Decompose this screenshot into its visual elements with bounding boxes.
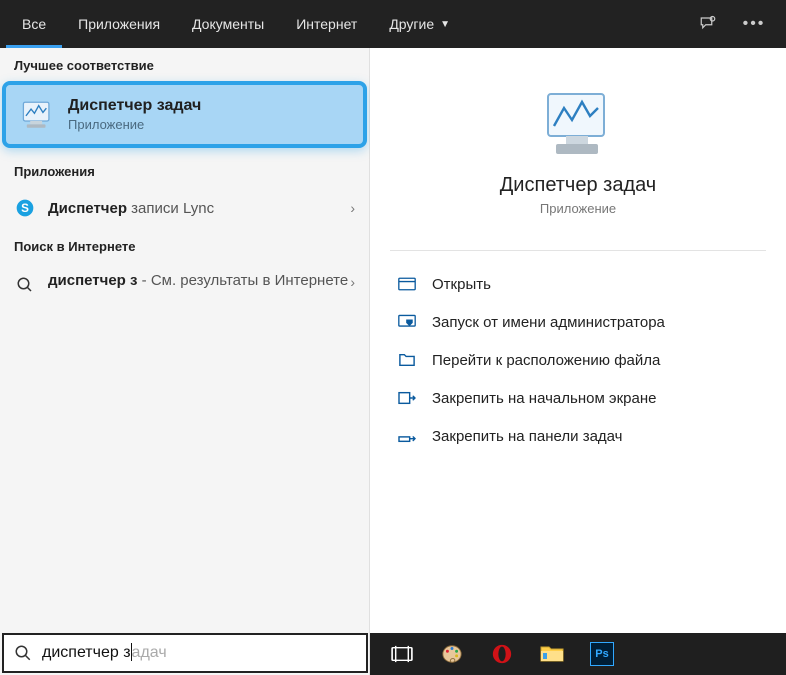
search-header: Все Приложения Документы Интернет Другие…	[0, 0, 786, 48]
chevron-down-icon: ▼	[440, 19, 450, 30]
web-section-header: Поиск в Интернете	[0, 229, 369, 262]
shield-icon	[396, 313, 418, 331]
taskbar: Ps	[370, 633, 786, 675]
action-label: Закрепить на панели задач	[432, 428, 623, 445]
tab-more-label: Другие	[389, 16, 434, 32]
best-match-header: Лучшее соответствие	[0, 48, 369, 81]
chevron-right-icon: ›	[350, 200, 355, 216]
opera-icon	[491, 643, 513, 665]
photoshop-icon: Ps	[590, 642, 614, 666]
best-match-item[interactable]: Диспетчер задач Приложение	[2, 81, 367, 148]
tab-apps[interactable]: Приложения	[62, 0, 176, 48]
more-icon: •••	[743, 15, 766, 33]
feedback-icon	[699, 15, 717, 33]
preview-title: Диспетчер задач	[500, 174, 656, 197]
preview-panel: Диспетчер задач Приложение Открыть Запус…	[370, 48, 786, 675]
action-label: Запуск от имени администратора	[432, 314, 665, 331]
tab-all[interactable]: Все	[6, 0, 62, 48]
action-open-location[interactable]: Перейти к расположению файла	[390, 341, 766, 379]
results-panel: Лучшее соответствие Диспетчер задач Прил…	[0, 48, 370, 675]
file-explorer-icon	[540, 644, 564, 664]
preview-actions: Открыть Запуск от имени администратора П…	[370, 261, 786, 459]
opera-app[interactable]	[480, 636, 524, 672]
action-pin-start[interactable]: Закрепить на начальном экране	[390, 379, 766, 417]
header-tabs: Все Приложения Документы Интернет Другие…	[6, 0, 466, 48]
action-label: Перейти к расположению файла	[432, 352, 660, 369]
search-input[interactable]: диспетчер задач	[2, 633, 368, 673]
preview-subtitle: Приложение	[540, 201, 616, 216]
task-view-icon	[391, 645, 413, 663]
open-icon	[396, 275, 418, 293]
web-result-label: диспетчер з - См. результаты в Интернете	[48, 272, 350, 289]
best-match-title: Диспетчер задач	[68, 97, 201, 115]
tab-more[interactable]: Другие ▼	[373, 0, 466, 48]
apps-section-header: Приложения	[0, 154, 369, 187]
search-icon	[4, 635, 42, 671]
file-explorer-app[interactable]	[530, 636, 574, 672]
app-result-lync[interactable]: S Диспетчер записи Lync ›	[0, 187, 369, 229]
search-text: диспетчер задач	[42, 643, 366, 663]
divider	[390, 250, 766, 251]
paint-app[interactable]	[430, 636, 474, 672]
task-view-button[interactable]	[380, 636, 424, 672]
task-manager-icon	[20, 100, 54, 130]
action-label: Закрепить на начальном экране	[432, 390, 656, 407]
task-manager-large-icon	[534, 90, 622, 160]
paint-icon	[441, 643, 463, 665]
web-result-row[interactable]: диспетчер з - См. результаты в Интернете…	[0, 262, 369, 306]
photoshop-app[interactable]: Ps	[580, 636, 624, 672]
action-open[interactable]: Открыть	[390, 265, 766, 303]
app-result-label: Диспетчер записи Lync	[48, 200, 350, 217]
chevron-right-icon: ›	[350, 274, 355, 290]
tab-web[interactable]: Интернет	[280, 0, 373, 48]
tab-documents[interactable]: Документы	[176, 0, 280, 48]
more-button[interactable]: •••	[738, 0, 770, 48]
feedback-button[interactable]	[692, 0, 724, 48]
svg-text:S: S	[21, 202, 29, 215]
best-match-subtitle: Приложение	[68, 117, 201, 132]
pin-taskbar-icon	[396, 427, 418, 445]
search-icon	[14, 274, 36, 296]
pin-start-icon	[396, 389, 418, 407]
folder-open-icon	[396, 351, 418, 369]
action-run-admin[interactable]: Запуск от имени администратора	[390, 303, 766, 341]
action-pin-taskbar[interactable]: Закрепить на панели задач	[390, 417, 766, 455]
action-label: Открыть	[432, 276, 491, 293]
skype-icon: S	[14, 197, 36, 219]
